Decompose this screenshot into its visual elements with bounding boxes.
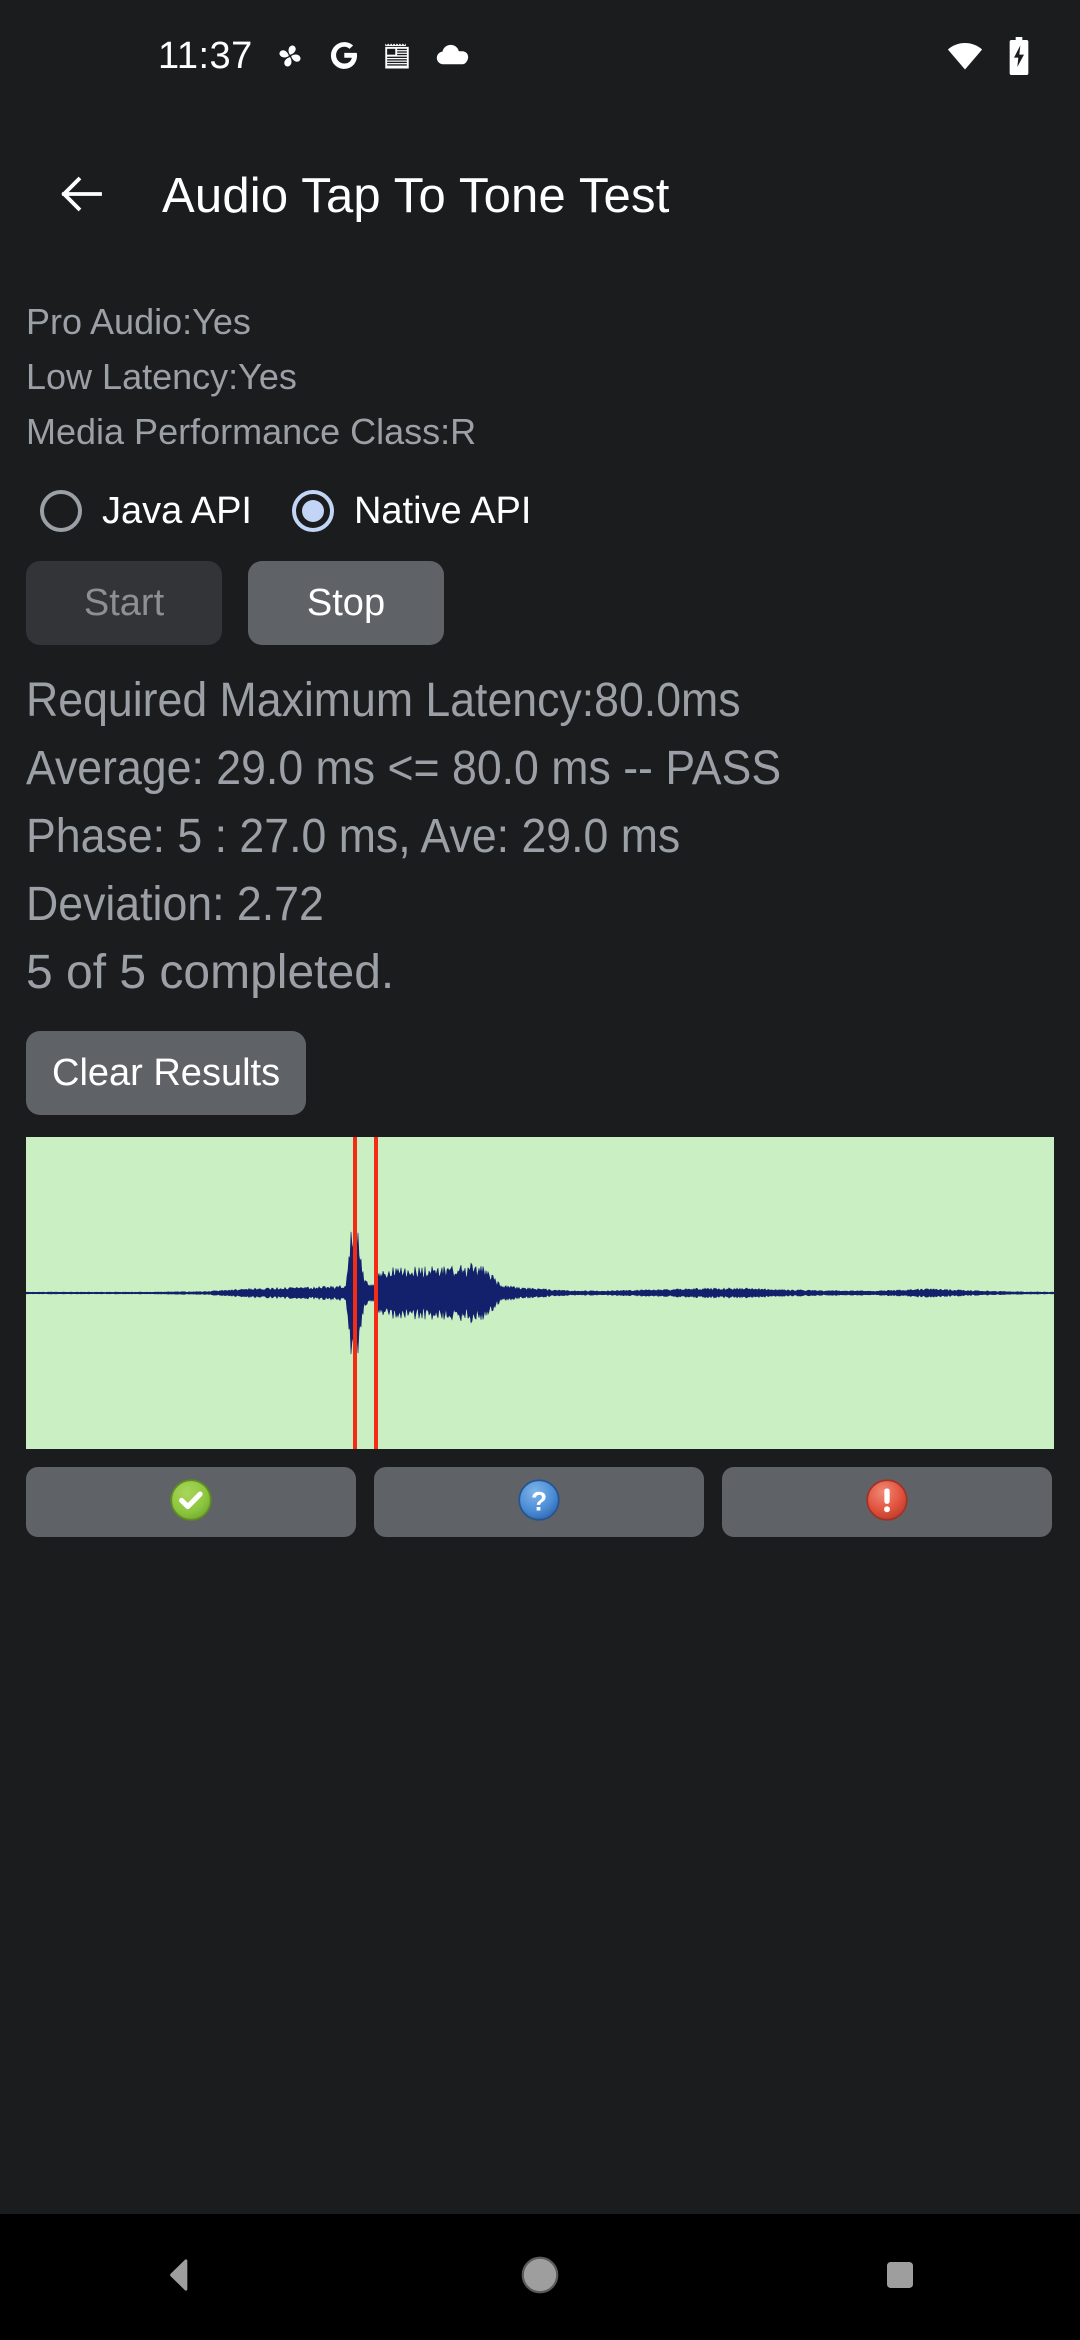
radio-unchecked-icon — [40, 490, 82, 532]
back-triangle-icon — [158, 2253, 202, 2302]
battery-charging-icon — [1006, 36, 1032, 76]
radio-native-api[interactable]: Native API — [291, 489, 532, 533]
result-line-completed: 5 of 5 completed. — [26, 946, 395, 999]
check-circle-icon — [169, 1478, 213, 1527]
back-navigation-button[interactable] — [28, 142, 136, 250]
result-line-average: Average: 29.0 ms <= 80.0 ms -- PASS — [26, 742, 782, 795]
cloud-icon — [433, 37, 471, 75]
status-clock: 11:37 — [158, 35, 253, 77]
wifi-icon — [946, 37, 984, 75]
status-bar-left: 11:37 — [158, 0, 471, 112]
waveform-wrapper — [0, 1137, 1080, 1449]
status-bar: 11:37 — [0, 0, 1080, 112]
waveform-plot — [26, 1137, 1054, 1449]
radio-java-api-label: Java API — [102, 489, 252, 532]
transport-buttons: Start Stop — [0, 561, 1080, 645]
pass-button[interactable] — [26, 1467, 356, 1537]
exclamation-circle-icon — [865, 1478, 909, 1527]
svg-text:?: ? — [531, 1486, 547, 1516]
question-circle-icon: ? — [517, 1478, 561, 1527]
media-performance-class-info: Media Performance Class:R — [26, 411, 477, 452]
radio-java-api[interactable]: Java API — [40, 490, 252, 533]
status-bar-right — [946, 0, 1032, 112]
info-button[interactable]: ? — [374, 1467, 704, 1537]
arrow-left-icon — [55, 167, 109, 226]
result-line-phase: Phase: 5 : 27.0 ms, Ave: 29.0 ms — [26, 810, 681, 863]
fail-button[interactable] — [722, 1467, 1052, 1537]
page-title: Audio Tap To Tone Test — [162, 169, 670, 223]
clear-results-button[interactable]: Clear Results — [26, 1031, 307, 1115]
clear-results-row: Clear Results — [0, 1031, 1080, 1115]
phone-screen: 11:37 Audio Tap To Tone Test Pro Audio:Y… — [0, 0, 1080, 2340]
radio-checked-icon — [291, 490, 334, 532]
pro-audio-info: Pro Audio:Yes — [26, 301, 251, 342]
waveform-chart[interactable] — [26, 1137, 1054, 1449]
start-button[interactable]: Start — [26, 561, 222, 645]
nav-home-button[interactable] — [460, 2214, 620, 2340]
tone-cursor — [374, 1137, 378, 1449]
google-icon — [327, 39, 361, 73]
system-navigation-bar — [0, 2214, 1080, 2340]
home-circle-icon — [518, 2253, 562, 2302]
results-text-block: Required Maximum Latency:80.0ms Average:… — [0, 667, 1080, 1007]
radio-native-api-label: Native API — [353, 489, 532, 532]
low-latency-info: Low Latency:Yes — [26, 356, 297, 397]
tap-cursor — [353, 1137, 357, 1449]
stop-button[interactable]: Stop — [248, 561, 444, 645]
calendar-note-icon — [381, 40, 413, 72]
nav-recents-button[interactable] — [820, 2214, 980, 2340]
pinwheel-icon — [273, 39, 307, 73]
main-content: Pro Audio:Yes Low Latency:Yes Media Perf… — [0, 280, 1080, 2340]
device-info-block: Pro Audio:Yes Low Latency:Yes Media Perf… — [0, 280, 1080, 459]
api-selector-group: Java API Native API — [0, 475, 1080, 547]
result-line-required-latency: Required Maximum Latency:80.0ms — [26, 674, 741, 727]
nav-back-button[interactable] — [100, 2214, 260, 2340]
verdict-button-row: ? — [0, 1467, 1080, 1537]
recents-square-icon — [880, 2255, 920, 2300]
app-bar: Audio Tap To Tone Test — [0, 112, 1080, 280]
result-line-deviation: Deviation: 2.72 — [26, 878, 324, 931]
